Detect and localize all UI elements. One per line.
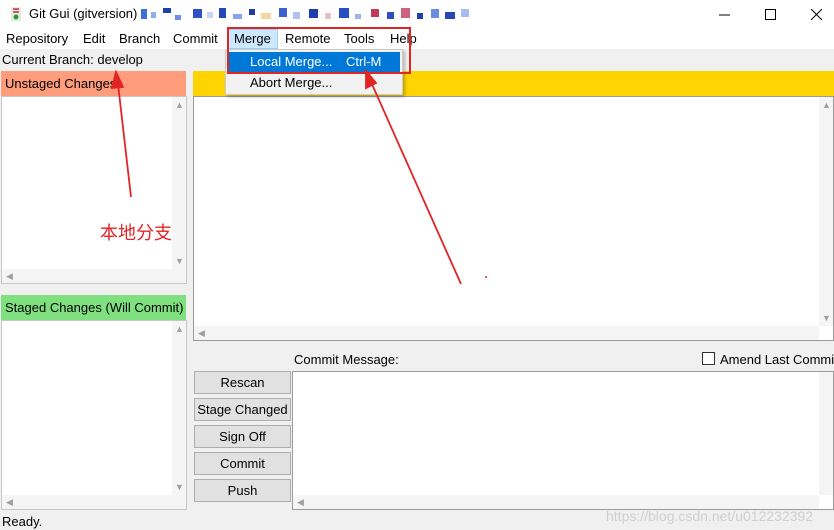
- close-button[interactable]: [793, 0, 834, 29]
- menu-commit[interactable]: Commit: [167, 29, 224, 49]
- git-app-icon: [11, 7, 21, 21]
- annotation-highlight-box: [227, 27, 411, 74]
- unstaged-changes-list[interactable]: ▲ ▼ ◀: [1, 96, 187, 284]
- commit-horizontal-scrollbar[interactable]: ◀: [293, 495, 819, 509]
- menu-edit[interactable]: Edit: [77, 29, 111, 49]
- sign-off-button[interactable]: Sign Off: [194, 425, 291, 448]
- commit-button[interactable]: Commit: [194, 452, 291, 475]
- amend-last-commit-label[interactable]: Amend Last Commit: [720, 352, 834, 367]
- diff-viewer[interactable]: ▲ ▼ ◀: [193, 96, 834, 341]
- menu-repository[interactable]: Repository: [0, 29, 74, 49]
- unstaged-horizontal-scrollbar[interactable]: ◀: [2, 269, 186, 283]
- minimize-button[interactable]: [701, 0, 747, 29]
- current-branch-label: Current Branch: develop: [2, 52, 143, 67]
- close-icon: [810, 9, 822, 20]
- menu-item-label: Abort Merge...: [250, 75, 333, 90]
- status-text: Ready.: [2, 514, 43, 529]
- unstaged-vertical-scrollbar[interactable]: ▲ ▼: [172, 97, 186, 269]
- scroll-left-arrow-icon[interactable]: ◀: [6, 497, 13, 508]
- watermark: https://blog.csdn.net/u012232392: [606, 508, 814, 524]
- staged-horizontal-scrollbar[interactable]: ◀: [2, 495, 186, 509]
- scroll-down-arrow-icon[interactable]: ▼: [175, 482, 184, 492]
- maximize-icon: [764, 9, 776, 20]
- menu-bar: Repository Edit Branch Commit Merge Remo…: [0, 29, 834, 49]
- commit-message-label: Commit Message:: [294, 352, 399, 367]
- scroll-left-arrow-icon[interactable]: ◀: [6, 271, 13, 282]
- scroll-down-arrow-icon[interactable]: ▼: [822, 313, 831, 323]
- scroll-up-arrow-icon[interactable]: ▲: [175, 100, 184, 110]
- staged-changes-header: Staged Changes (Will Commit): [1, 295, 186, 320]
- menu-branch[interactable]: Branch: [113, 29, 166, 49]
- unstaged-changes-header: Unstaged Changes: [1, 71, 186, 96]
- push-button[interactable]: Push: [194, 479, 291, 502]
- diff-horizontal-scrollbar[interactable]: ◀: [194, 326, 819, 340]
- annotation-label: 本地分支: [100, 223, 172, 244]
- commit-vertical-scrollbar[interactable]: [819, 372, 833, 495]
- maximize-button[interactable]: [747, 0, 793, 29]
- commit-message-input[interactable]: ◀: [292, 371, 834, 510]
- rescan-button[interactable]: Rescan: [194, 371, 291, 394]
- amend-last-commit-checkbox[interactable]: [702, 352, 715, 365]
- window-title: Git Gui (gitversion): [29, 6, 138, 21]
- scroll-left-arrow-icon[interactable]: ◀: [198, 328, 205, 339]
- scroll-up-arrow-icon[interactable]: ▲: [175, 324, 184, 334]
- staged-vertical-scrollbar[interactable]: ▲ ▼: [172, 321, 186, 495]
- redacted-path-pixels: [141, 8, 469, 20]
- scroll-up-arrow-icon[interactable]: ▲: [822, 100, 831, 110]
- staged-changes-list[interactable]: ▲ ▼ ◀: [1, 320, 187, 510]
- stage-changed-button[interactable]: Stage Changed: [194, 398, 291, 421]
- abort-merge-menu-item[interactable]: Abort Merge...: [228, 73, 400, 93]
- scroll-left-arrow-icon[interactable]: ◀: [297, 497, 304, 508]
- title-bar: Git Gui (gitversion): [0, 0, 834, 29]
- diff-vertical-scrollbar[interactable]: ▲ ▼: [819, 97, 833, 326]
- scroll-down-arrow-icon[interactable]: ▼: [175, 256, 184, 266]
- minimize-icon: [718, 14, 730, 16]
